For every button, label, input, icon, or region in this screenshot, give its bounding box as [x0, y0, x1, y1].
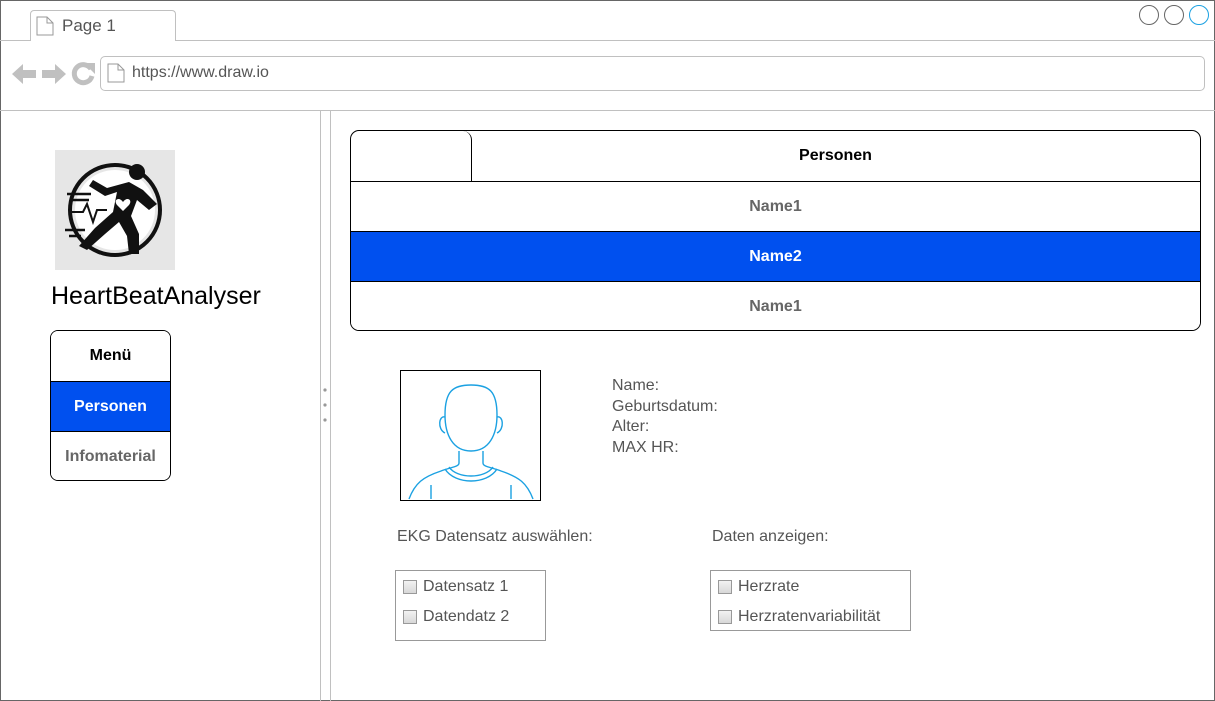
checkbox[interactable] — [718, 580, 732, 594]
display-option-label: Herzrate — [738, 578, 800, 595]
checkbox[interactable] — [403, 610, 417, 624]
display-checkbox-group: Herzrate Herzratenvariabilität — [710, 570, 911, 631]
info-maxhr-label: MAX HR: — [612, 438, 679, 456]
runner-heart-icon — [65, 163, 162, 257]
back-arrow-icon[interactable] — [10, 62, 38, 86]
ekg-option-2[interactable]: Datendatz 2 — [403, 608, 509, 626]
window-circle-icon[interactable] — [1189, 5, 1209, 25]
page-icon — [107, 63, 125, 83]
window-circle-icon[interactable] — [1139, 5, 1159, 25]
info-name-label: Name: — [612, 377, 660, 394]
menu-item-personen[interactable]: Personen — [51, 381, 170, 432]
info-birthdate-label: Geburtsdatum: — [612, 397, 718, 415]
menu-item-infomaterial[interactable]: Infomaterial — [51, 431, 170, 480]
tab-label: Page 1 — [62, 16, 116, 35]
ekg-checkbox-group: Datensatz 1 Datendatz 2 — [395, 570, 546, 641]
app-title: HeartBeatAnalyser — [51, 282, 261, 310]
table-corner-cell — [351, 131, 472, 181]
menu-header: Menü — [51, 331, 170, 381]
ekg-option-label: Datendatz 2 — [423, 608, 510, 625]
tabbar-divider — [0, 40, 1215, 41]
table-header: Personen — [799, 147, 872, 164]
info-age-label: Alter: — [612, 418, 650, 435]
table-row-selected[interactable]: Name2 — [351, 231, 1200, 282]
page-icon — [36, 16, 54, 36]
url-text: https://www.draw.io — [132, 64, 269, 81]
ekg-option-1[interactable]: Datensatz 1 — [403, 578, 508, 596]
display-option-heartrate[interactable]: Herzrate — [718, 578, 799, 596]
window-circle-icon[interactable] — [1164, 5, 1184, 25]
browser-window — [0, 0, 1215, 701]
checkbox[interactable] — [403, 580, 417, 594]
table-row[interactable]: Name1 — [351, 181, 1200, 232]
person-icon — [408, 384, 534, 500]
ekg-section-label: EKG Datensatz auswählen: — [397, 528, 593, 545]
sidebar-divider — [320, 111, 321, 701]
display-option-hrv[interactable]: Herzratenvariabilität — [718, 608, 880, 626]
nav-divider — [0, 110, 1215, 111]
forward-arrow-icon[interactable] — [40, 62, 68, 86]
checkbox[interactable] — [718, 610, 732, 624]
main-menu: Menü Personen Infomaterial — [50, 330, 171, 481]
person-avatar — [400, 370, 541, 501]
display-section-label: Daten anzeigen: — [712, 528, 829, 545]
table-row[interactable]: Name1 — [351, 281, 1200, 330]
ekg-option-label: Datensatz 1 — [423, 578, 509, 595]
person-info: Name: Geburtsdatum: Alter: MAX HR: — [612, 376, 718, 458]
display-option-label: Herzratenvariabilität — [738, 608, 881, 625]
reload-icon[interactable] — [70, 61, 96, 87]
app-logo — [55, 150, 175, 270]
resize-handle-icon[interactable] — [322, 387, 328, 425]
persons-table: Personen Name1 Name2 Name1 — [350, 130, 1201, 331]
main-divider — [330, 111, 331, 701]
